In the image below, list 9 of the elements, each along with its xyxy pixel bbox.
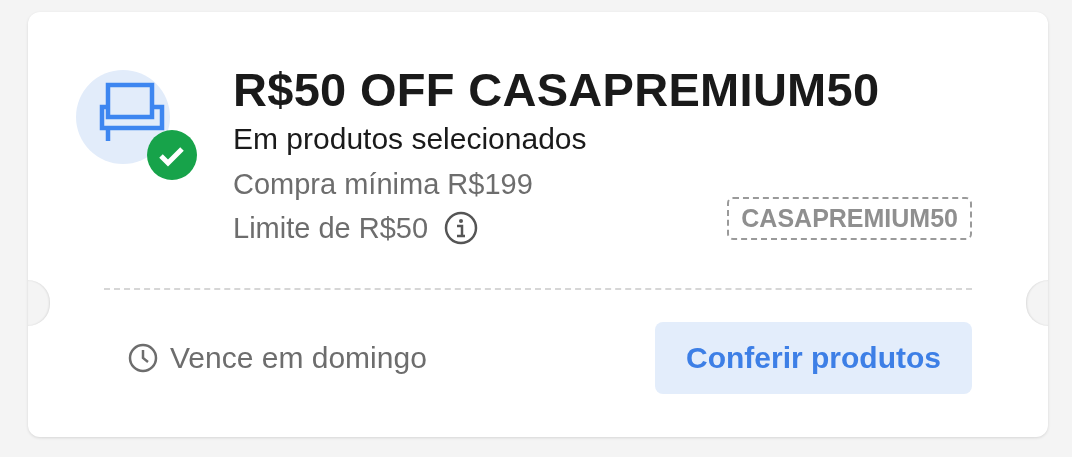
- minimum-purchase: Compra mínima R$199: [233, 167, 533, 202]
- coupon-title: R$50 OFF CASAPREMIUM50: [233, 62, 881, 118]
- clock-icon: [128, 343, 158, 373]
- info-icon[interactable]: [444, 211, 479, 245]
- coupon-code: CASAPREMIUM50: [727, 197, 972, 240]
- coupon-subtitle: Em produtos selecionados: [233, 121, 588, 157]
- expiry-text: Vence em domingo: [170, 341, 427, 375]
- check-products-button[interactable]: Conferir produtos: [655, 322, 972, 394]
- limit-text: Limite de R$50: [233, 211, 429, 246]
